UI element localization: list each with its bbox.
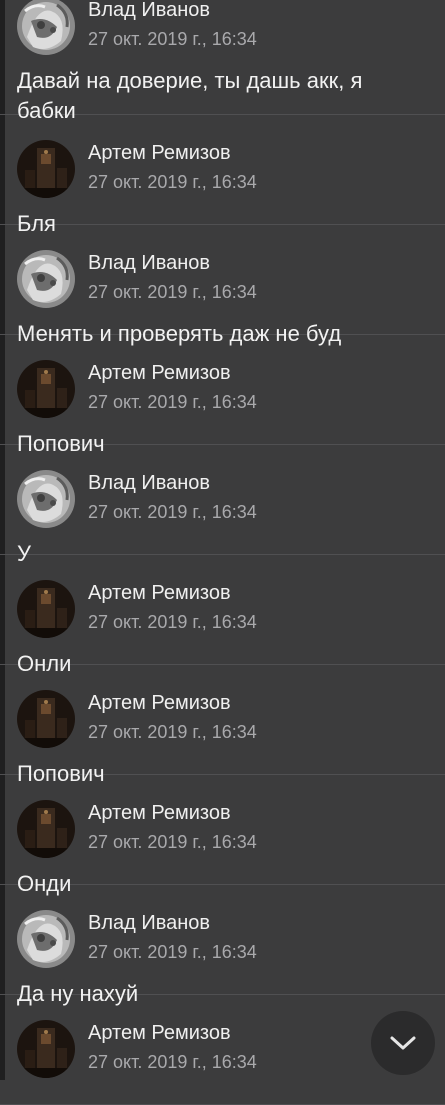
message-author[interactable]: Влад Иванов [88, 912, 210, 935]
message-item: Артем Ремизов 27 окт. 2019 г., 16:34 Онл… [0, 555, 445, 676]
message-time: 27 окт. 2019 г., 16:34 [88, 832, 257, 852]
message-author[interactable]: Артем Ремизов [88, 582, 231, 605]
avatar[interactable] [17, 360, 75, 418]
message-author[interactable]: Артем Ремизов [88, 802, 231, 825]
message-item: Артем Ремизов 27 окт. 2019 г., 16:34 Онд… [0, 775, 445, 896]
avatar[interactable] [17, 250, 75, 308]
message-item: Влад Иванов 27 окт. 2019 г., 16:34 Менят… [0, 225, 445, 346]
message-item: Артем Ремизов 27 окт. 2019 г., 16:34 Поп… [0, 335, 445, 456]
avatar[interactable] [17, 470, 75, 528]
message-time: 27 окт. 2019 г., 16:34 [88, 1052, 257, 1072]
avatar[interactable] [17, 800, 75, 858]
message-author[interactable]: Артем Ремизов [88, 142, 231, 165]
message-author[interactable]: Артем Ремизов [88, 1022, 231, 1045]
chevron-down-icon [390, 1036, 416, 1050]
message-item: Влад Иванов 27 окт. 2019 г., 16:34 У [0, 445, 445, 566]
message-time: 27 окт. 2019 г., 16:34 [88, 502, 257, 522]
avatar[interactable] [17, 910, 75, 968]
message-time: 27 окт. 2019 г., 16:34 [88, 942, 257, 962]
message-item: Артем Ремизов 27 окт. 2019 г., 16:34 Бля [0, 115, 445, 236]
avatar[interactable] [17, 0, 75, 55]
message-author[interactable]: Влад Иванов [88, 252, 210, 275]
avatar[interactable] [17, 580, 75, 638]
message-time: 27 окт. 2019 г., 16:34 [88, 722, 257, 742]
message-time: 27 окт. 2019 г., 16:34 [88, 172, 257, 192]
message-item: Влад Иванов 27 окт. 2019 г., 16:34 Да ну… [0, 885, 445, 1006]
message-time: 27 окт. 2019 г., 16:34 [88, 612, 257, 632]
message-time: 27 окт. 2019 г., 16:34 [88, 29, 257, 49]
avatar[interactable] [17, 140, 75, 198]
scroll-down-button[interactable] [371, 1011, 435, 1075]
message-feed[interactable]: Влад Иванов 27 окт. 2019 г., 16:34 Давай… [0, 0, 445, 1105]
message-author[interactable]: Артем Ремизов [88, 362, 231, 385]
message-item: Влад Иванов 27 окт. 2019 г., 16:34 Давай… [0, 0, 445, 123]
message-time: 27 окт. 2019 г., 16:34 [88, 392, 257, 412]
message-author[interactable]: Влад Иванов [88, 0, 210, 22]
message-author[interactable]: Влад Иванов [88, 472, 210, 495]
message-item: Артем Ремизов 27 окт. 2019 г., 16:34 Поп… [0, 665, 445, 786]
avatar[interactable] [17, 690, 75, 748]
message-author[interactable]: Артем Ремизов [88, 692, 231, 715]
avatar[interactable] [17, 1020, 75, 1078]
message-time: 27 окт. 2019 г., 16:34 [88, 282, 257, 302]
